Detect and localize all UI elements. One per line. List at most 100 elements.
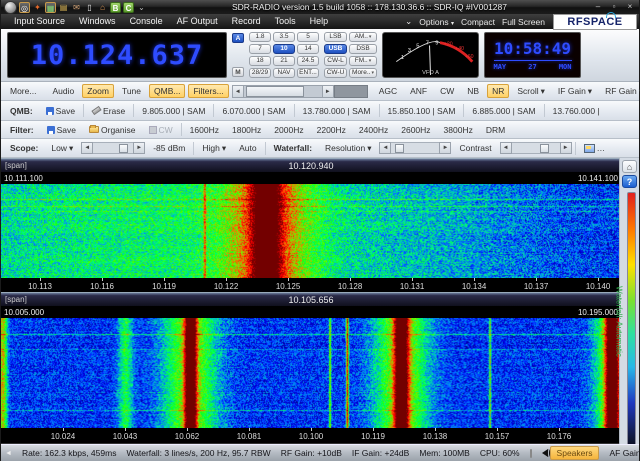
filter-2400[interactable]: 2400Hz <box>354 123 393 137</box>
qmb-button[interactable]: QMB... <box>149 84 185 98</box>
slider-thumb[interactable] <box>119 144 128 153</box>
scope-low-slider[interactable]: ◄ ► <box>81 142 145 154</box>
qat-chevron-icon[interactable]: ⌄ <box>136 2 147 13</box>
menu-chevron-icon[interactable]: ⌄ <box>405 16 412 27</box>
frequency-display[interactable]: 10.124.637 <box>7 32 227 78</box>
scope-auto-button[interactable]: Auto <box>234 141 262 155</box>
mode-more[interactable]: More..▾ <box>349 68 377 78</box>
waterfall-display-2[interactable] <box>1 318 621 428</box>
menu-tools[interactable]: Tools <box>268 14 303 29</box>
mode-usb[interactable]: USB <box>324 44 347 54</box>
filter-1600[interactable]: 1600Hz <box>185 123 224 137</box>
audio-button[interactable]: Audio <box>47 84 79 98</box>
document-icon[interactable]: ▯ <box>84 2 95 13</box>
speakers-button[interactable]: Speakers <box>550 446 600 460</box>
zoom-scrollbar[interactable]: ◄ ► <box>232 85 368 98</box>
qmb-memory-2[interactable]: 6.070.000 | SAM <box>217 104 290 118</box>
band-28-29[interactable]: 28/29 <box>249 68 271 78</box>
filter-save-button[interactable]: Save <box>42 123 81 137</box>
record-target-icon[interactable]: ◎ <box>19 2 30 13</box>
close-button[interactable]: × <box>624 2 636 12</box>
rf-gain-dropdown[interactable]: RF Gain▾ <box>600 84 640 99</box>
chevron-left-icon[interactable]: ◄ <box>5 450 12 457</box>
filters-button[interactable]: Filters... <box>188 84 228 98</box>
mode-fm[interactable]: FM..▾ <box>349 56 377 66</box>
qmb-memory-4[interactable]: 15.850.100 | SAM <box>383 104 461 118</box>
agc-button[interactable]: AGC <box>374 84 402 98</box>
scroll-right-icon[interactable]: ► <box>322 85 334 98</box>
display-options-button[interactable]: … <box>579 141 611 155</box>
band-3-5[interactable]: 3.5 <box>273 32 295 42</box>
filter-2000[interactable]: 2000Hz <box>269 123 308 137</box>
more-button[interactable]: More... <box>5 84 41 98</box>
home-icon[interactable]: ⌂ <box>97 2 108 13</box>
menu-full-screen[interactable]: Full Screen <box>502 17 545 27</box>
zoom-button[interactable]: Zoom <box>82 84 114 98</box>
mode-lsb[interactable]: LSB <box>324 32 347 42</box>
resolution-slider[interactable]: ◄ ► <box>379 142 451 154</box>
band-21[interactable]: 21 <box>273 56 295 66</box>
restore-button[interactable]: ▫ <box>608 2 620 12</box>
menu-compact[interactable]: Compact <box>461 17 495 27</box>
band-7[interactable]: 7 <box>249 44 271 54</box>
cw-button[interactable]: CW <box>435 84 459 98</box>
qmb-memory-5[interactable]: 6.885.000 | SAM <box>467 104 540 118</box>
memory-button[interactable]: M <box>232 67 244 77</box>
filter-1800[interactable]: 1800Hz <box>227 123 266 137</box>
tune-button[interactable]: Tune <box>117 84 146 98</box>
af-gain-button[interactable]: AF Gain <box>609 448 640 458</box>
workspace-b-icon[interactable]: B <box>110 2 121 13</box>
filter-3800[interactable]: 3800Hz <box>439 123 478 137</box>
if-gain-dropdown[interactable]: IF Gain▾ <box>553 84 597 99</box>
span-header-1[interactable]: [span] 10.120.940 <box>1 158 621 172</box>
filter-2200[interactable]: 2200Hz <box>312 123 351 137</box>
band-24-5[interactable]: 24.5 <box>297 56 319 66</box>
menu-console[interactable]: Console <box>123 14 170 29</box>
filter-drm[interactable]: DRM <box>481 123 510 137</box>
mode-dsb[interactable]: DSB <box>349 44 377 54</box>
scroll-left-icon[interactable]: ◄ <box>232 85 244 98</box>
band-10[interactable]: 10 <box>273 44 295 54</box>
tools-icon[interactable]: ✦ <box>32 2 43 13</box>
scroll-dropdown[interactable]: Scroll▾ <box>512 84 550 99</box>
slider-thumb[interactable] <box>395 144 404 153</box>
mode-cw-u[interactable]: CW-U <box>324 68 347 78</box>
qmb-erase-button[interactable]: Erase <box>87 104 130 118</box>
menu-help[interactable]: Help <box>303 14 336 29</box>
filter-2600[interactable]: 2600Hz <box>396 123 435 137</box>
mode-am[interactable]: AM..▾ <box>349 32 377 42</box>
anf-button[interactable]: ANF <box>405 84 432 98</box>
display-icon[interactable]: ▦ <box>45 2 56 13</box>
qmb-memory-1[interactable]: 9.805.000 | SAM <box>137 104 210 118</box>
nb-button[interactable]: NB <box>462 84 484 98</box>
menu-af-output[interactable]: AF Output <box>170 14 225 29</box>
resolution-dropdown[interactable]: Resolution▾ <box>320 141 376 156</box>
scope-low-dropdown[interactable]: Low▾ <box>46 141 78 156</box>
band-1-8[interactable]: 1.8 <box>249 32 271 42</box>
menu-windows[interactable]: Windows <box>72 14 123 29</box>
filter-cw-button[interactable]: CW <box>144 123 178 137</box>
band-14[interactable]: 14 <box>297 44 319 54</box>
nr-button[interactable]: NR <box>487 84 509 98</box>
contrast-slider[interactable]: ◄ ► <box>500 142 572 154</box>
band-18[interactable]: 18 <box>249 56 271 66</box>
calendar-icon[interactable]: ▤ <box>58 2 69 13</box>
help-button[interactable]: ? <box>622 175 637 188</box>
filter-organise-button[interactable]: Organise <box>84 123 141 137</box>
minimize-button[interactable]: – <box>592 2 604 12</box>
waterfall-display-1[interactable] <box>1 184 621 278</box>
vfo-a-button[interactable]: A <box>232 33 244 43</box>
mode-cw-l[interactable]: CW-L <box>324 56 347 66</box>
workspace-c-icon[interactable]: C <box>123 2 134 13</box>
band-ent[interactable]: ENT... <box>297 68 319 78</box>
frequency-value[interactable]: 10.124.637 <box>31 40 204 71</box>
span-header-2[interactable]: [span] 10.105.656 <box>1 292 621 306</box>
band-nav[interactable]: NAV <box>273 68 295 78</box>
menu-options[interactable]: Options ▾ <box>419 17 454 27</box>
menu-input-source[interactable]: Input Source <box>7 14 72 29</box>
scrollbar-thumb[interactable] <box>246 86 304 97</box>
mail-icon[interactable]: ✉ <box>71 2 82 13</box>
app-orb-icon[interactable] <box>4 1 17 14</box>
qmb-save-button[interactable]: Save <box>41 104 80 118</box>
qmb-memory-3[interactable]: 13.780.000 | SAM <box>298 104 376 118</box>
